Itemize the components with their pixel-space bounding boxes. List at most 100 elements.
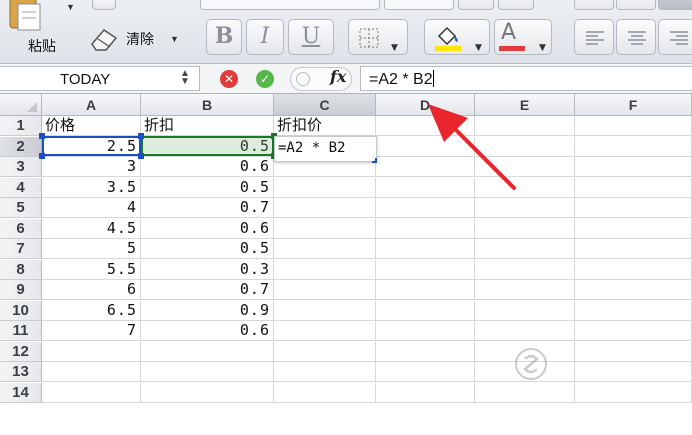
cell-d2[interactable] — [376, 136, 475, 157]
cell-f10[interactable] — [575, 300, 692, 321]
cell-e9[interactable] — [475, 280, 575, 300]
cell-d5[interactable] — [376, 198, 475, 218]
cell-a6[interactable]: 4.5 — [42, 218, 141, 239]
cell-d3[interactable] — [376, 157, 475, 177]
cell-f14[interactable] — [575, 382, 692, 403]
row-header-10[interactable]: 10 — [0, 300, 42, 321]
column-header-c[interactable]: C — [274, 94, 376, 116]
borders-button[interactable]: ▼ — [348, 19, 408, 55]
cell-b1[interactable]: 折扣 — [141, 116, 274, 136]
cell-a14[interactable] — [42, 382, 141, 403]
cell-f2[interactable] — [575, 136, 692, 157]
cell-f13[interactable] — [575, 362, 692, 382]
copy-icon[interactable] — [92, 0, 116, 10]
cell-d6[interactable] — [376, 218, 475, 239]
bold-button[interactable]: B — [206, 19, 242, 55]
cell-e14[interactable] — [475, 382, 575, 403]
cell-a3[interactable]: 3 — [42, 157, 141, 177]
cell-f6[interactable] — [575, 218, 692, 239]
cell-b8[interactable]: 0.3 — [141, 259, 274, 280]
row-header-1[interactable]: 1 — [0, 116, 42, 136]
row-header-2[interactable]: 2 — [0, 136, 42, 157]
name-box-stepper-icon[interactable]: ▲ ▼ — [178, 69, 192, 87]
cell-d7[interactable] — [376, 239, 475, 259]
column-header-a[interactable]: A — [42, 94, 141, 116]
cell-c9[interactable] — [274, 280, 376, 300]
cell-b14[interactable] — [141, 382, 274, 403]
cell-c13[interactable] — [274, 362, 376, 382]
cell-e11[interactable] — [475, 321, 575, 341]
cell-c12[interactable] — [274, 341, 376, 362]
cell-d1[interactable] — [376, 116, 475, 136]
fx-icon[interactable]: fx — [330, 67, 346, 86]
cell-a7[interactable]: 5 — [42, 239, 141, 259]
row-header-7[interactable]: 7 — [0, 239, 42, 259]
cell-f1[interactable] — [575, 116, 692, 136]
clear-button-label[interactable]: 清除 — [126, 29, 154, 49]
row-header-3[interactable]: 3 — [0, 157, 42, 177]
clear-dropdown-arrow-icon[interactable]: ▼ — [170, 34, 179, 44]
cell-e13[interactable] — [475, 362, 575, 382]
cell-d8[interactable] — [376, 259, 475, 280]
column-header-b[interactable]: B — [141, 94, 274, 116]
eraser-icon[interactable] — [88, 26, 120, 52]
cell-c5[interactable] — [274, 198, 376, 218]
cell-c4[interactable] — [274, 177, 376, 198]
italic-button[interactable]: I — [246, 19, 284, 55]
cell-e3[interactable] — [475, 157, 575, 177]
cell-c3[interactable] — [274, 157, 376, 177]
fill-color-button[interactable]: ▼ — [424, 19, 490, 55]
cell-c7[interactable] — [274, 239, 376, 259]
top-align-button[interactable] — [574, 0, 614, 10]
cell-f8[interactable] — [575, 259, 692, 280]
column-header-e[interactable]: E — [475, 94, 575, 116]
cell-f12[interactable] — [575, 341, 692, 362]
paste-icon[interactable] — [4, 0, 52, 32]
cell-a11[interactable]: 7 — [42, 321, 141, 341]
bottom-align-button[interactable] — [658, 0, 692, 10]
cell-d9[interactable] — [376, 280, 475, 300]
cell-a5[interactable]: 4 — [42, 198, 141, 218]
select-all-corner[interactable] — [0, 94, 42, 116]
cell-a13[interactable] — [42, 362, 141, 382]
cell-c14[interactable] — [274, 382, 376, 403]
cell-c2[interactable] — [274, 136, 376, 157]
paste-dropdown-arrow-icon[interactable]: ▼ — [66, 2, 75, 12]
cell-a2[interactable]: 2.5 — [42, 136, 141, 157]
cell-c6[interactable] — [274, 218, 376, 239]
align-center-button[interactable] — [616, 19, 656, 55]
cell-e4[interactable] — [475, 177, 575, 198]
cell-f4[interactable] — [575, 177, 692, 198]
cell-e2[interactable] — [475, 136, 575, 157]
cell-d12[interactable] — [376, 341, 475, 362]
cell-d11[interactable] — [376, 321, 475, 341]
cancel-formula-icon[interactable]: ✕ — [220, 70, 238, 88]
row-header-5[interactable]: 5 — [0, 198, 42, 218]
row-header-11[interactable]: 11 — [0, 321, 42, 341]
cell-f3[interactable] — [575, 157, 692, 177]
cell-d4[interactable] — [376, 177, 475, 198]
cell-e1[interactable] — [475, 116, 575, 136]
cell-c11[interactable] — [274, 321, 376, 341]
name-box[interactable]: TODAY ▲ ▼ — [0, 66, 200, 91]
cell-a10[interactable]: 6.5 — [42, 300, 141, 321]
align-left-button[interactable] — [574, 19, 614, 55]
cell-b4[interactable]: 0.5 — [141, 177, 274, 198]
spreadsheet-grid[interactable]: A B C D E F 1 价格 折扣 折扣价 2 2.5 0.5 3 3 0.6 4 3.5 0.5 5 4 0.7 6 4… — [0, 94, 692, 435]
paste-button-label[interactable]: 粘贴 — [28, 36, 56, 56]
cell-b13[interactable] — [141, 362, 274, 382]
cell-b6[interactable]: 0.6 — [141, 218, 274, 239]
font-name-select[interactable] — [200, 0, 380, 10]
cell-d13[interactable] — [376, 362, 475, 382]
formula-input[interactable]: =A2 * B2 — [360, 66, 692, 91]
row-header-14[interactable]: 14 — [0, 382, 42, 403]
cell-a12[interactable] — [42, 341, 141, 362]
cell-f7[interactable] — [575, 239, 692, 259]
cell-a9[interactable]: 6 — [42, 280, 141, 300]
cell-c1[interactable]: 折扣价 — [274, 116, 376, 136]
cell-f5[interactable] — [575, 198, 692, 218]
row-header-4[interactable]: 4 — [0, 177, 42, 198]
cell-d14[interactable] — [376, 382, 475, 403]
middle-align-button[interactable] — [616, 0, 656, 10]
font-color-button[interactable]: A ▼ — [494, 19, 552, 55]
